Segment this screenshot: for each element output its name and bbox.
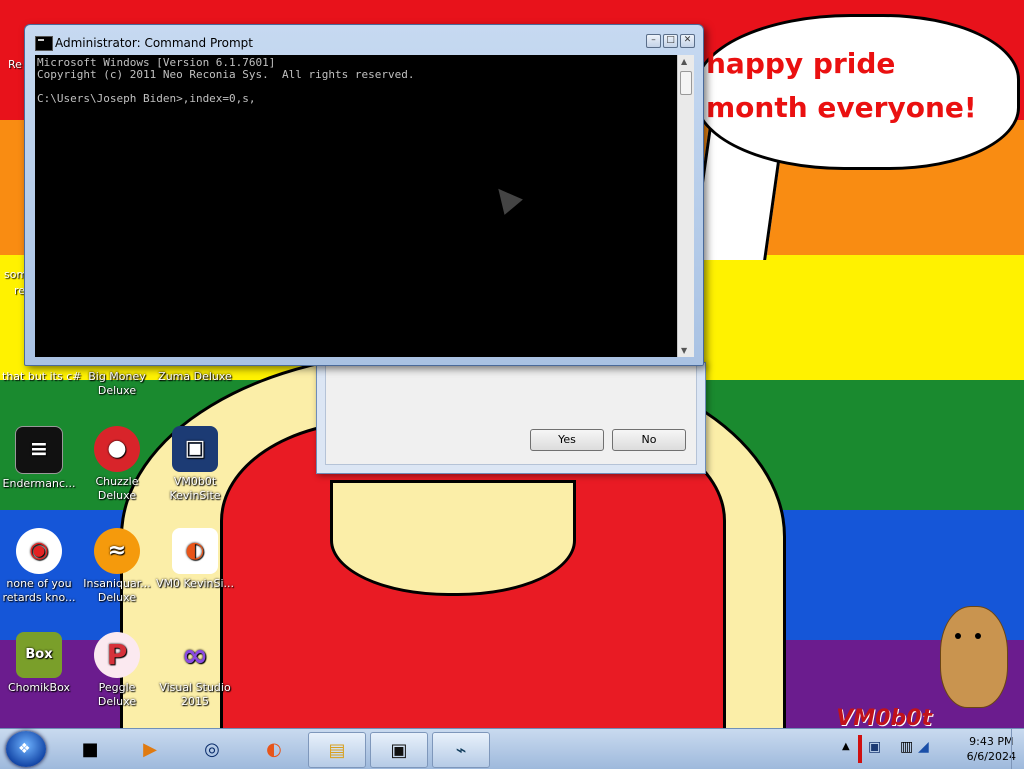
desktop-icon-visual-studio[interactable]: ∞ Visual Studio 2015 — [156, 632, 234, 709]
clock-time: 9:43 PM — [969, 735, 1014, 748]
enderman-terminal-icon: ≡ — [15, 426, 63, 474]
console-output[interactable]: Microsoft Windows [Version 6.1.7601] Cop… — [35, 55, 679, 357]
media-player-icon: ▶ — [143, 738, 157, 760]
volume-icon[interactable]: ◢ — [918, 739, 929, 755]
clock[interactable]: 9:43 PM 6/6/2024 — [967, 734, 1016, 764]
desktop-icon-big-money[interactable]: Big Money Deluxe — [78, 370, 156, 398]
taskbar-item-media-player[interactable]: ▶ — [122, 732, 178, 766]
black-app-icon: ■ — [81, 738, 99, 760]
no-button[interactable]: No — [612, 429, 686, 451]
cartoon-neck — [330, 480, 576, 596]
tray-alert-bar — [858, 735, 862, 763]
desktop-icon-endermanc[interactable]: ≡ Endermanc... — [0, 426, 78, 491]
window-title: Administrator: Command Prompt — [55, 36, 253, 50]
firefox-file-icon: ◐ — [172, 528, 218, 574]
hamster-image — [940, 606, 1008, 708]
desktop-icon-insaniquarium[interactable]: ≈ Insaniquar... Deluxe — [78, 528, 156, 605]
maximize-button[interactable]: □ — [663, 34, 678, 48]
system-tray: ▲ ▣ ▥ ◢ 9:43 PM 6/6/2024 — [840, 729, 1024, 769]
firefox-icon: ◐ — [266, 738, 282, 760]
desktop-icon-label: Visual Studio 2015 — [159, 681, 231, 708]
desktop-icon-peggle[interactable]: P Peggle Deluxe — [78, 632, 156, 709]
peggle-icon: P — [94, 632, 140, 678]
red-bird-icon: ◉ — [16, 528, 62, 574]
desktop-icon-label: Chuzzle Deluxe — [95, 475, 139, 502]
yes-button[interactable]: Yes — [530, 429, 604, 451]
taskbar-item-globe[interactable]: ◎ — [184, 732, 240, 766]
message-dialog: Yes No — [316, 362, 706, 474]
command-prompt-window[interactable]: Administrator: Command Prompt – □ ✕ Micr… — [24, 24, 704, 366]
visual-studio-icon: ∞ — [181, 636, 209, 674]
windows-logo-icon: ❖ — [18, 741, 31, 757]
network-icon[interactable]: ▥ — [900, 739, 913, 755]
desktop-icon-label: Zuma Deluxe — [158, 370, 232, 383]
desktop-partial-label[interactable]: that but its c# — [2, 370, 81, 383]
desktop-icon-label: Big Money Deluxe — [88, 370, 146, 397]
tray-expand-arrow-icon[interactable]: ▲ — [842, 741, 850, 752]
close-button[interactable]: ✕ — [680, 34, 695, 48]
scroll-down-arrow-icon[interactable]: ▼ — [681, 346, 687, 355]
scroll-up-arrow-icon[interactable]: ▲ — [681, 57, 687, 66]
vertical-scrollbar[interactable]: ▲ ▼ — [677, 55, 694, 357]
taskbar-item-explorer[interactable]: ▤ — [308, 732, 366, 768]
desktop-icon-label: VM0b0t KevinSite — [169, 475, 221, 502]
vm0b0t-site-icon: ▣ — [172, 426, 218, 472]
desktop-icon-label: VM0 KevinSi... — [156, 577, 235, 590]
cmd-window-icon — [35, 36, 53, 51]
desktop-icon-label: ChomikBox — [8, 681, 70, 694]
desktop-icon-vm0b0t-kevinsite[interactable]: ▣ VM0b0t KevinSite — [156, 426, 234, 503]
monitor-icon: ⌁ — [455, 739, 467, 761]
start-button[interactable]: ❖ — [6, 731, 46, 767]
chomikbox-icon: Box — [16, 632, 62, 678]
cmd-taskbar-icon: ▣ — [390, 739, 408, 761]
goldfish-icon: ≈ — [94, 528, 140, 574]
explorer-icon: ▤ — [328, 739, 346, 761]
speech-bubble-text: happy pride month everyone! — [706, 47, 977, 124]
desktop-icon-label: Endermanc... — [2, 477, 76, 490]
minimize-button[interactable]: – — [646, 34, 661, 48]
desktop-icon-red-bird[interactable]: ◉ none of you retards kno... — [0, 528, 78, 605]
clock-date: 6/6/2024 — [966, 750, 1016, 763]
taskbar: ❖ ■ ▶ ◎ ◐ ▤ ▣ ⌁ ▲ ▣ ▥ ◢ 9:43 PM 6/6/2024 — [0, 728, 1024, 769]
taskbar-item-command-prompt[interactable]: ▣ — [370, 732, 428, 768]
desktop-partial-label[interactable]: Re — [8, 58, 22, 71]
desktop-icon-label: Peggle Deluxe — [97, 681, 137, 708]
taskbar-item-black-app[interactable]: ■ — [62, 732, 118, 766]
desktop-icon-chomikbox[interactable]: Box ChomikBox — [0, 632, 78, 695]
show-desktop-button[interactable] — [1011, 729, 1024, 769]
chuzzle-icon: ● — [94, 426, 140, 472]
desktop-icon-label: none of you retards kno... — [2, 577, 76, 604]
scroll-thumb[interactable] — [680, 71, 692, 95]
window-controls: – □ ✕ — [646, 34, 695, 48]
desktop-icon-zuma[interactable]: Zuma Deluxe — [156, 370, 234, 384]
desktop-icon-chuzzle[interactable]: ● Chuzzle Deluxe — [78, 426, 156, 503]
taskbar-item-monitor[interactable]: ⌁ — [432, 732, 490, 768]
desktop-icon-label: Insaniquar... Deluxe — [83, 577, 151, 604]
taskbar-item-firefox[interactable]: ◐ — [246, 732, 302, 766]
tray-app-icon[interactable]: ▣ — [868, 739, 881, 755]
desktop-icon-vm0-kevinsite[interactable]: ◐ VM0 KevinSi... — [156, 528, 234, 591]
globe-icon: ◎ — [204, 738, 220, 760]
